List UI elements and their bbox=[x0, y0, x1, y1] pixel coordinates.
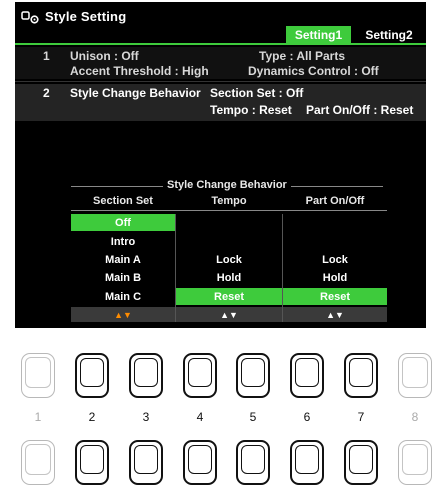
panel-title-label: Style Change Behavior bbox=[167, 179, 287, 191]
section-set-option-intro[interactable]: Intro bbox=[71, 233, 175, 250]
section-set-list[interactable]: Off Intro Main A Main B Main C bbox=[71, 214, 175, 306]
title-bar: Style Setting Setting1 Setting2 bbox=[15, 2, 426, 46]
hardware-button-7-lower[interactable] bbox=[344, 440, 378, 485]
button-number-6: 6 bbox=[303, 410, 311, 424]
section-set-scroll-arrows[interactable]: ▲▼ bbox=[71, 307, 175, 322]
style-setting-icon bbox=[21, 11, 39, 24]
tempo-option-hold[interactable]: Hold bbox=[176, 269, 282, 286]
section-set-option-main-c[interactable]: Main C bbox=[71, 288, 175, 305]
type-value: Type : All Parts bbox=[259, 49, 346, 63]
hardware-button-3-lower[interactable] bbox=[129, 440, 163, 485]
hardware-button-5-upper[interactable] bbox=[236, 353, 270, 398]
button-number-5: 5 bbox=[249, 410, 257, 424]
part-on-off-option-hold[interactable]: Hold bbox=[283, 269, 387, 286]
part-on-off-list[interactable]: Lock Hold Reset bbox=[283, 214, 387, 306]
section-set-option-main-a[interactable]: Main A bbox=[71, 251, 175, 268]
tempo-list[interactable]: Lock Hold Reset bbox=[176, 214, 282, 306]
tab-underline bbox=[15, 43, 426, 45]
hardware-button-2-upper[interactable] bbox=[75, 353, 109, 398]
tempo-option-reset[interactable]: Reset bbox=[176, 288, 282, 305]
tempo-scroll-arrows[interactable]: ▲▼ bbox=[176, 307, 282, 322]
section-set-option-off[interactable]: Off bbox=[71, 214, 175, 231]
row-number: 1 bbox=[43, 49, 50, 63]
section-set-value: Section Set : Off bbox=[210, 86, 304, 100]
style-change-behavior-name: Style Change Behavior bbox=[70, 86, 201, 100]
section-set-option-main-b[interactable]: Main B bbox=[71, 269, 175, 286]
accent-threshold-value: Accent Threshold : High bbox=[70, 64, 209, 78]
page-title: Style Setting bbox=[45, 9, 127, 24]
hardware-button-6-upper[interactable] bbox=[290, 353, 324, 398]
tempo-value: Tempo : Reset bbox=[210, 103, 292, 117]
hardware-button-7-upper[interactable] bbox=[344, 353, 378, 398]
hardware-button-2-lower[interactable] bbox=[75, 440, 109, 485]
column-header-part-on-off: Part On/Off bbox=[305, 195, 365, 207]
divider bbox=[15, 81, 426, 82]
column-header-tempo: Tempo bbox=[211, 195, 247, 207]
tab-setting2[interactable]: Setting2 bbox=[355, 26, 423, 43]
tab-setting1[interactable]: Setting1 bbox=[286, 26, 351, 43]
button-number-7: 7 bbox=[357, 410, 365, 424]
hardware-button-6-lower[interactable] bbox=[290, 440, 324, 485]
panel-title: Style Change Behavior bbox=[15, 179, 426, 193]
hardware-button-4-lower[interactable] bbox=[183, 440, 217, 485]
lcd-screen: Style Setting Setting1 Setting2 1 Unison… bbox=[15, 2, 426, 328]
divider bbox=[71, 210, 387, 211]
button-number-1: 1 bbox=[34, 410, 42, 424]
hardware-button-1-upper bbox=[21, 353, 55, 398]
part-on-off-value: Part On/Off : Reset bbox=[306, 103, 414, 117]
hardware-button-4-upper[interactable] bbox=[183, 353, 217, 398]
part-on-off-scroll-arrows[interactable]: ▲▼ bbox=[283, 307, 387, 322]
button-number-8: 8 bbox=[411, 410, 419, 424]
part-on-off-option-reset[interactable]: Reset bbox=[283, 288, 387, 305]
divider bbox=[71, 186, 163, 187]
hardware-button-1-lower bbox=[21, 440, 55, 485]
column-header-section-set: Section Set bbox=[93, 195, 153, 207]
setting-row-2[interactable]: 2 Style Change Behavior Section Set : Of… bbox=[15, 84, 426, 121]
hardware-button-8-upper bbox=[398, 353, 432, 398]
hardware-button-8-lower bbox=[398, 440, 432, 485]
part-on-off-option-lock[interactable]: Lock bbox=[283, 251, 387, 268]
divider bbox=[291, 186, 383, 187]
button-number-4: 4 bbox=[196, 410, 204, 424]
hardware-button-3-upper[interactable] bbox=[129, 353, 163, 398]
tempo-option-lock[interactable]: Lock bbox=[176, 251, 282, 268]
dynamics-control-value: Dynamics Control : Off bbox=[248, 64, 379, 78]
row-number: 2 bbox=[43, 86, 50, 100]
setting-row-1[interactable]: 1 Unison : Off Type : All Parts Accent T… bbox=[15, 47, 426, 79]
hardware-button-5-lower[interactable] bbox=[236, 440, 270, 485]
button-number-3: 3 bbox=[142, 410, 150, 424]
unison-value: Unison : Off bbox=[70, 49, 139, 63]
button-number-2: 2 bbox=[88, 410, 96, 424]
